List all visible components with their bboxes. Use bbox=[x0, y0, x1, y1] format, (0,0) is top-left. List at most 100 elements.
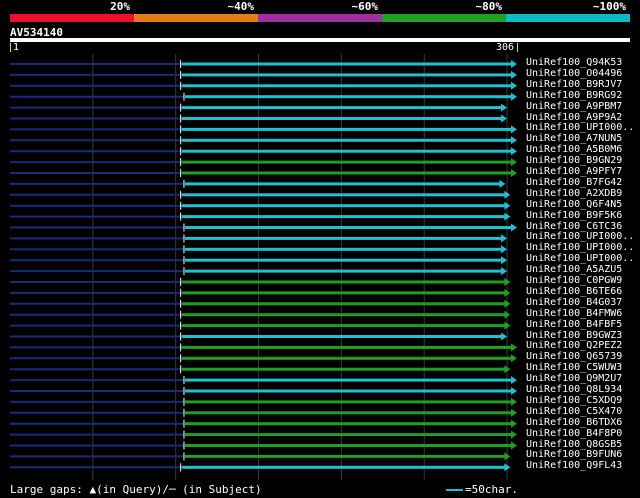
hit-label[interactable]: UniRef100_B7FG42 bbox=[526, 177, 622, 188]
hit-label[interactable]: UniRef100_A9P9A2 bbox=[526, 112, 622, 123]
hit-bar[interactable] bbox=[181, 138, 512, 142]
hit-bar[interactable] bbox=[181, 193, 506, 197]
hit-bar[interactable] bbox=[181, 280, 506, 284]
hit-bar[interactable] bbox=[181, 84, 512, 88]
hit-label[interactable]: UniRef100_A5AZU5 bbox=[526, 264, 622, 275]
hit-bar[interactable] bbox=[181, 62, 512, 66]
hit-bar[interactable] bbox=[184, 433, 512, 437]
hit-bar[interactable] bbox=[181, 324, 506, 328]
hit-label[interactable]: UniRef100_Q65739 bbox=[526, 351, 622, 362]
hit-arrow-icon bbox=[511, 136, 517, 145]
hit-bar[interactable] bbox=[184, 411, 512, 415]
hit-label[interactable]: UniRef100_B6TDX6 bbox=[526, 417, 622, 428]
legend-label: ~80% bbox=[475, 0, 503, 13]
hit-bar[interactable] bbox=[184, 444, 512, 447]
hit-label[interactable]: UniRef100_Q6F4N5 bbox=[526, 199, 622, 210]
hit-bar[interactable] bbox=[181, 367, 506, 371]
hit-label[interactable]: UniRef100_B9RG92 bbox=[526, 90, 622, 101]
hit-label[interactable]: UniRef100_UPI000.. bbox=[526, 242, 634, 253]
hit-arrow-icon bbox=[511, 92, 517, 101]
scale-bar bbox=[446, 489, 463, 491]
hit-bar[interactable] bbox=[184, 378, 512, 382]
hit-bar[interactable] bbox=[184, 258, 503, 262]
hit-bar[interactable] bbox=[181, 171, 512, 175]
hit-label[interactable]: UniRef100_O04496 bbox=[526, 68, 622, 79]
hit-label[interactable]: UniRef100_A5B0M6 bbox=[526, 144, 622, 155]
hit-label[interactable]: UniRef100_A7NUN5 bbox=[526, 133, 622, 144]
hit-bar[interactable] bbox=[184, 236, 503, 240]
hit-bar[interactable] bbox=[184, 95, 512, 99]
hit-bar[interactable] bbox=[181, 465, 506, 469]
hit-label[interactable]: UniRef100_A9PFY7 bbox=[526, 166, 622, 177]
hit-bar[interactable] bbox=[184, 269, 503, 273]
hit-bar[interactable] bbox=[184, 226, 512, 229]
hit-bar[interactable] bbox=[184, 400, 512, 404]
hit-label[interactable]: UniRef100_B9GN29 bbox=[526, 155, 622, 166]
hit-bar[interactable] bbox=[181, 291, 506, 295]
hit-arrow-icon bbox=[511, 397, 517, 406]
hit-bar[interactable] bbox=[181, 335, 503, 338]
hit-label[interactable]: UniRef100_C5XDQ9 bbox=[526, 395, 622, 406]
hit-arrow-icon bbox=[511, 169, 517, 177]
hit-label[interactable]: UniRef100_Q9M2U7 bbox=[526, 373, 622, 384]
large-gaps-legend: Large gaps: ▲(in Query)/─ (in Subject) bbox=[10, 483, 262, 496]
hit-bar[interactable] bbox=[181, 127, 512, 131]
hit-label[interactable]: UniRef100_A9PBM7 bbox=[526, 101, 622, 112]
legend-label: ~40% bbox=[227, 0, 255, 13]
hit-bar[interactable] bbox=[181, 73, 512, 77]
hit-arrow-icon bbox=[501, 234, 508, 243]
hit-label[interactable]: UniRef100_A2XDB9 bbox=[526, 188, 622, 199]
hit-label[interactable]: UniRef100_B4FMW6 bbox=[526, 308, 622, 319]
scale-label: =50char. bbox=[465, 483, 518, 496]
hit-label[interactable]: UniRef100_B4F8P0 bbox=[526, 428, 622, 439]
hit-label[interactable]: UniRef100_C5X470 bbox=[526, 406, 622, 417]
hit-arrow-icon bbox=[511, 147, 517, 156]
hit-arrow-icon bbox=[501, 245, 508, 254]
hit-label[interactable]: UniRef100_B9RJV7 bbox=[526, 79, 622, 90]
hit-bar[interactable] bbox=[181, 106, 503, 110]
hit-bar[interactable] bbox=[181, 204, 506, 208]
hit-label[interactable]: UniRef100_Q8L934 bbox=[526, 384, 622, 395]
hit-label[interactable]: UniRef100_C0PGW9 bbox=[526, 275, 622, 286]
hit-label[interactable]: UniRef100_UPI000.. bbox=[526, 231, 634, 242]
hit-arrow-icon bbox=[511, 441, 517, 450]
hit-label[interactable]: UniRef100_Q8GSB5 bbox=[526, 439, 622, 450]
hit-bar[interactable] bbox=[181, 215, 506, 219]
hit-arrow-icon bbox=[511, 158, 517, 167]
legend-label: ~60% bbox=[351, 0, 379, 13]
hit-label[interactable]: UniRef100_C6TC36 bbox=[526, 221, 622, 232]
hit-bar[interactable] bbox=[184, 247, 503, 251]
hit-label[interactable]: UniRef100_UPI000.. bbox=[526, 253, 634, 264]
hit-arrow-icon bbox=[511, 223, 517, 232]
hit-arrow-icon bbox=[499, 179, 506, 188]
hit-label[interactable]: UniRef100_Q9FL43 bbox=[526, 460, 622, 471]
hit-bar[interactable] bbox=[184, 182, 501, 186]
hit-label[interactable]: UniRef100_Q94K53 bbox=[526, 57, 622, 68]
hit-bar[interactable] bbox=[181, 302, 506, 306]
hit-arrow-icon bbox=[511, 387, 517, 395]
hit-bar[interactable] bbox=[181, 356, 512, 360]
hit-label[interactable]: UniRef100_C5WUW3 bbox=[526, 362, 622, 373]
hit-bar[interactable] bbox=[184, 454, 506, 458]
hit-arrow-icon bbox=[501, 114, 508, 123]
hit-arrow-icon bbox=[511, 376, 517, 385]
hit-label[interactable]: UniRef100_B6TE66 bbox=[526, 286, 622, 297]
hit-arrow-icon bbox=[511, 430, 517, 439]
hit-arrow-icon bbox=[511, 354, 517, 363]
hit-label[interactable]: UniRef100_B4FBF5 bbox=[526, 319, 622, 330]
hit-bar[interactable] bbox=[181, 345, 512, 349]
hit-bar[interactable] bbox=[184, 422, 512, 426]
hit-bar[interactable] bbox=[184, 389, 512, 393]
hit-label[interactable]: UniRef100_B9FUN6 bbox=[526, 449, 622, 460]
hit-bar[interactable] bbox=[181, 313, 506, 317]
hit-bar[interactable] bbox=[181, 160, 512, 164]
hit-label[interactable]: UniRef100_Q2PEZ2 bbox=[526, 340, 622, 351]
hit-bar[interactable] bbox=[181, 117, 503, 120]
hit-label[interactable]: UniRef100_UPI000.. bbox=[526, 122, 634, 133]
hit-label[interactable]: UniRef100_B9GWZ3 bbox=[526, 330, 622, 341]
hit-label[interactable]: UniRef100_B4G037 bbox=[526, 297, 622, 308]
hit-arrow-icon bbox=[511, 81, 517, 90]
hit-arrow-icon bbox=[501, 256, 508, 265]
hit-bar[interactable] bbox=[181, 149, 512, 153]
hit-label[interactable]: UniRef100_B9F5K6 bbox=[526, 210, 622, 221]
